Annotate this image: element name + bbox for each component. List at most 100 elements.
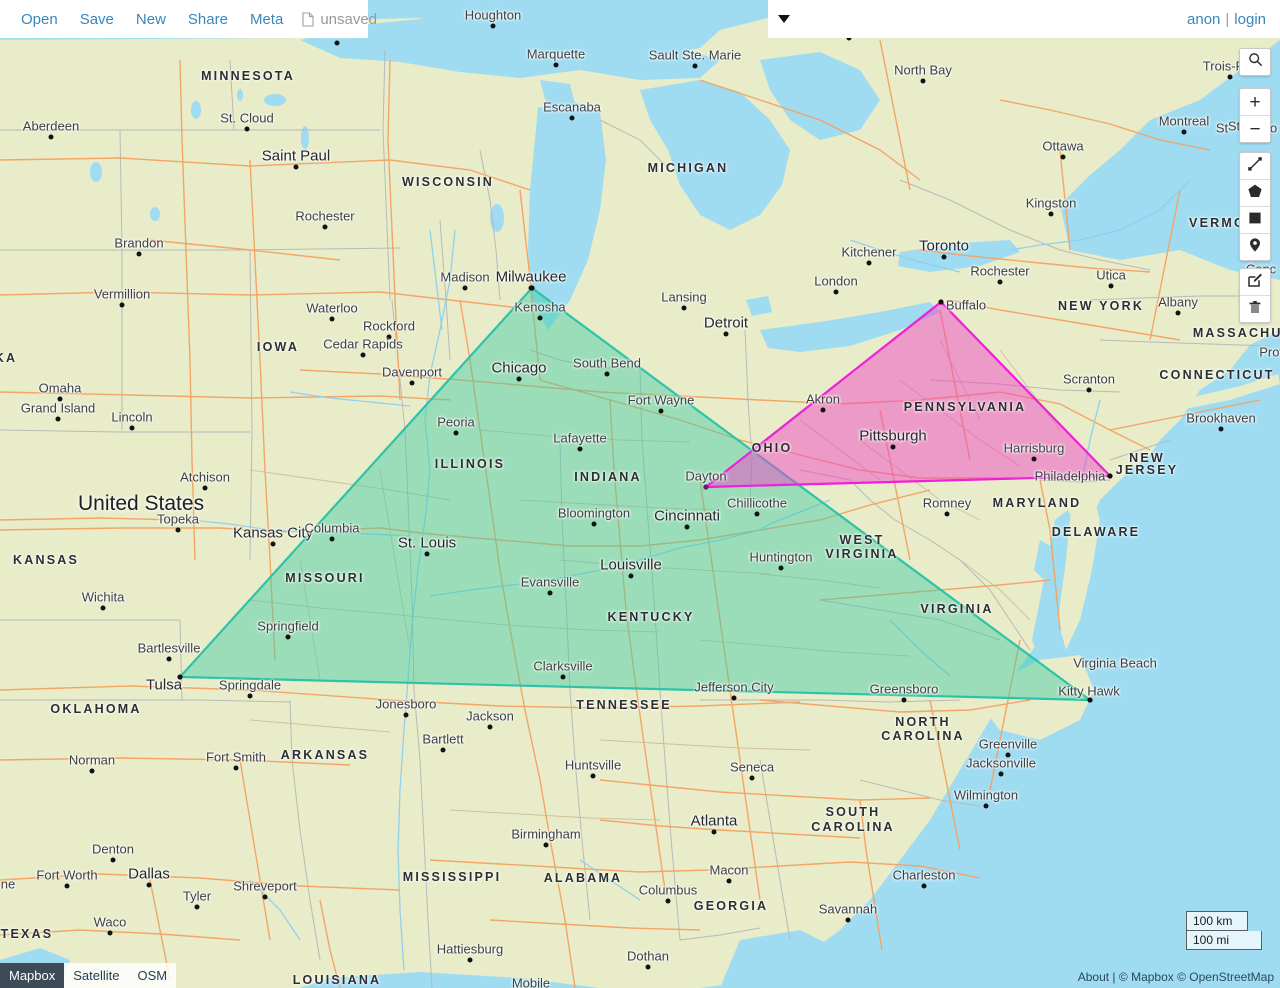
city-dot	[1086, 387, 1092, 393]
city-dot	[262, 894, 268, 900]
osm-attribution-link[interactable]: © OpenStreetMap	[1177, 970, 1274, 984]
city-dot	[731, 695, 737, 701]
new-button[interactable]: New	[125, 11, 177, 28]
city-dot	[1175, 310, 1181, 316]
delete-layers-button[interactable]	[1240, 296, 1270, 322]
city-dot	[1108, 283, 1114, 289]
user-name[interactable]: anon	[1187, 11, 1220, 28]
vertex-handle[interactable]	[1107, 473, 1113, 479]
drawn-shapes-layer[interactable]	[0, 0, 1280, 988]
city-dot	[560, 674, 566, 680]
attribution-bar: About | © Mapbox © OpenStreetMap	[1078, 970, 1274, 984]
city-dot	[490, 23, 496, 29]
layer-option-mapbox[interactable]: Mapbox	[0, 963, 65, 988]
layer-option-osm[interactable]: OSM	[128, 963, 177, 988]
meta-button[interactable]: Meta	[239, 11, 294, 28]
city-dot	[360, 352, 366, 358]
city-dot	[334, 40, 340, 46]
city-dot	[1031, 456, 1037, 462]
city-dot	[941, 254, 947, 260]
share-button[interactable]: Share	[177, 11, 239, 28]
city-dot	[107, 930, 113, 936]
city-dot	[1060, 154, 1066, 160]
city-dot	[537, 315, 543, 321]
city-dot	[322, 224, 328, 230]
city-dot	[749, 775, 755, 781]
draw-polygon-button[interactable]	[1240, 180, 1270, 207]
vertex-handle[interactable]	[177, 674, 183, 680]
city-dot	[462, 285, 468, 291]
attribution-separator: |	[1112, 970, 1116, 984]
edit-layers-button[interactable]	[1240, 269, 1270, 296]
city-dot	[129, 425, 135, 431]
document-icon	[302, 11, 314, 27]
scale-imperial: 100 mi	[1186, 931, 1262, 950]
draw-rectangle-button[interactable]	[1240, 207, 1270, 234]
city-dot	[119, 302, 125, 308]
city-dot	[1181, 129, 1187, 135]
city-dot	[778, 565, 784, 571]
city-dot	[194, 904, 200, 910]
city-dot	[726, 878, 732, 884]
city-dot	[711, 829, 717, 835]
draw-marker-button[interactable]	[1240, 234, 1270, 260]
zoom-in-button[interactable]: +	[1240, 89, 1270, 116]
city-dot	[547, 590, 553, 596]
map-canvas[interactable]: United States MINNESOTA WISCONSIN MICHIGAN I…	[0, 0, 1280, 988]
city-dot	[386, 334, 392, 340]
city-dot	[665, 898, 671, 904]
city-dot	[487, 724, 493, 730]
city-dot	[681, 305, 687, 311]
city-dot	[820, 407, 826, 413]
line-icon	[1247, 156, 1263, 177]
search-icon	[1248, 52, 1263, 72]
city-dot	[1227, 74, 1233, 80]
city-dot	[55, 416, 61, 422]
city-dot	[1005, 752, 1011, 758]
city-dot	[293, 164, 299, 170]
city-dot	[997, 279, 1003, 285]
vertex-handle[interactable]	[1087, 697, 1093, 703]
polygon-icon	[1247, 183, 1263, 204]
city-dot	[202, 485, 208, 491]
save-button[interactable]: Save	[69, 11, 125, 28]
draw-tool-group	[1239, 152, 1271, 261]
city-dot	[89, 768, 95, 774]
vertex-handle[interactable]	[703, 484, 709, 490]
layer-option-satellite[interactable]: Satellite	[64, 963, 129, 988]
city-dot	[553, 62, 559, 68]
open-button[interactable]: Open	[10, 11, 69, 28]
city-dot	[100, 605, 106, 611]
city-dot	[998, 771, 1004, 777]
login-link[interactable]: login	[1234, 11, 1266, 28]
city-dot	[983, 803, 989, 809]
city-dot	[845, 917, 851, 923]
city-dot	[64, 883, 70, 889]
file-status-label: unsaved	[320, 10, 378, 28]
city-dot	[329, 536, 335, 542]
city-dot	[684, 524, 690, 530]
vertex-handle[interactable]	[938, 299, 944, 305]
mapbox-attribution-link[interactable]: © Mapbox	[1119, 970, 1174, 984]
city-dot	[591, 521, 597, 527]
city-dot	[628, 573, 634, 579]
city-dot	[866, 260, 872, 266]
draw-line-button[interactable]	[1240, 153, 1270, 180]
city-dot	[944, 511, 950, 517]
city-dot	[901, 697, 907, 703]
auth-area: anon | login	[1187, 11, 1266, 28]
chevron-down-icon[interactable]	[778, 15, 790, 23]
auth-separator: |	[1225, 10, 1230, 28]
city-dot	[270, 541, 276, 547]
file-status-chip: unsaved	[302, 11, 377, 28]
city-dot	[57, 396, 63, 402]
city-dot	[577, 446, 583, 452]
about-link[interactable]: About	[1078, 970, 1109, 984]
search-button[interactable]	[1240, 49, 1270, 75]
city-dot	[244, 126, 250, 132]
city-dot	[543, 842, 549, 848]
magenta-triangle[interactable]	[702, 300, 1113, 489]
zoom-out-button[interactable]: −	[1240, 116, 1270, 142]
city-dot	[175, 527, 181, 533]
city-dot	[590, 773, 596, 779]
